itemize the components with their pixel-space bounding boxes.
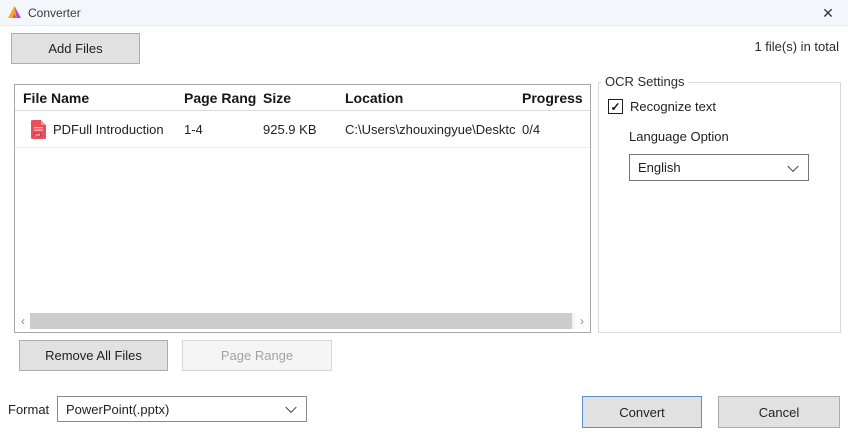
ocr-settings-group: OCR Settings ✓ Recognize text Language O… [598,82,841,333]
file-progress: 0/4 [522,122,590,137]
table-header: File Name Page Rang Size Location Progre… [15,85,590,111]
pdf-file-icon: pdf [31,120,46,139]
column-size[interactable]: Size [263,90,345,106]
scroll-left-icon[interactable]: ‹ [16,313,30,329]
chevron-down-icon [285,402,296,413]
converter-dialog: Converter ✕ Add Files 1 file(s) in total… [0,0,848,440]
file-name: PDFull Introduction [53,122,164,137]
add-files-button[interactable]: Add Files [11,33,140,64]
page-range-button: Page Range [182,340,332,371]
recognize-text-checkbox[interactable]: ✓ Recognize text [608,99,716,114]
file-size: 925.9 KB [263,122,345,137]
column-location[interactable]: Location [345,90,522,106]
column-page-range[interactable]: Page Rang [184,90,263,106]
file-page-range: 1-4 [184,122,263,137]
app-logo-icon [8,6,21,19]
remove-all-files-button[interactable]: Remove All Files [19,340,168,371]
scroll-right-icon[interactable]: › [575,313,589,329]
format-label: Format [8,402,49,417]
titlebar: Converter ✕ [0,0,848,26]
column-file-name[interactable]: File Name [23,90,184,106]
column-progress[interactable]: Progress [522,90,590,106]
close-icon[interactable]: ✕ [814,0,842,26]
chevron-down-icon [787,160,798,171]
ocr-settings-label: OCR Settings [601,74,688,89]
file-location: C:\Users\zhouxingyue\Desktc [345,122,522,137]
format-value: PowerPoint(.pptx) [66,402,169,417]
table-row[interactable]: pdf PDFull Introduction 1-4 925.9 KB C:\… [15,111,590,148]
cancel-button[interactable]: Cancel [718,396,840,428]
convert-button[interactable]: Convert [582,396,702,428]
window-title: Converter [28,6,81,20]
file-table: File Name Page Rang Size Location Progre… [14,84,591,333]
horizontal-scrollbar[interactable]: ‹ › [16,313,589,329]
checkmark-icon[interactable]: ✓ [608,99,623,114]
recognize-text-label: Recognize text [630,99,716,114]
file-count-label: 1 file(s) in total [754,39,839,54]
language-option-label: Language Option [629,129,729,144]
svg-text:pdf: pdf [35,132,40,136]
language-select[interactable]: English [629,154,809,181]
format-select[interactable]: PowerPoint(.pptx) [57,396,307,422]
scrollbar-thumb[interactable] [30,313,572,329]
language-value: English [638,160,681,175]
